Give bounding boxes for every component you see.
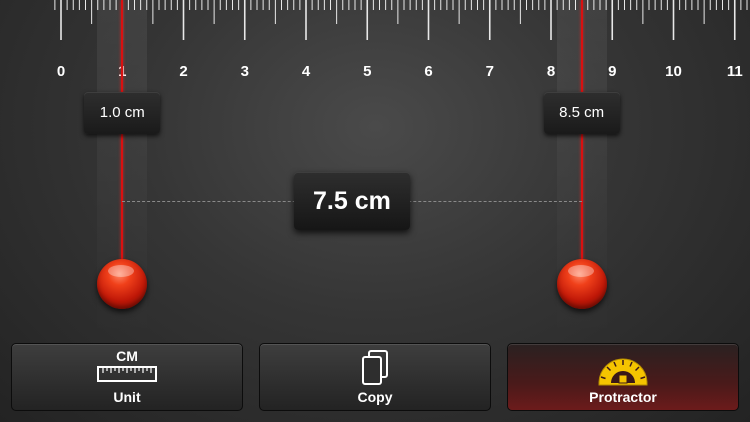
ruler-number: 0 [56,63,66,80]
ruler-icon [97,366,157,382]
right-laser-line [580,0,583,290]
right-marker-value: 8.5 cm [543,92,620,134]
protractor-button[interactable]: Protractor [507,343,739,411]
ruler-number: 10 [665,63,682,80]
left-laser-line [121,0,124,290]
unit-button[interactable]: CM Unit [11,343,243,411]
copy-button-label: Copy [357,389,393,405]
ruler-number: 5 [363,63,372,80]
copy-icon [362,350,388,385]
protractor-icon [598,358,648,386]
unit-button-label: Unit [113,389,141,405]
unit-caption: CM [116,348,138,364]
ruler-number: 11 [726,63,743,80]
ruler-number: 7 [485,63,494,80]
ruler-number: 4 [301,63,311,80]
ruler-number: 3 [240,63,249,80]
protractor-button-label: Protractor [589,389,657,405]
distance-readout: 7.5 cm [293,172,410,230]
left-marker-handle[interactable] [97,259,148,309]
left-marker-value: 1.0 cm [84,92,161,134]
ruler-number: 2 [179,63,188,80]
right-marker-handle[interactable] [556,259,607,309]
ruler-number: 6 [424,63,433,80]
copy-button[interactable]: Copy [259,343,491,411]
